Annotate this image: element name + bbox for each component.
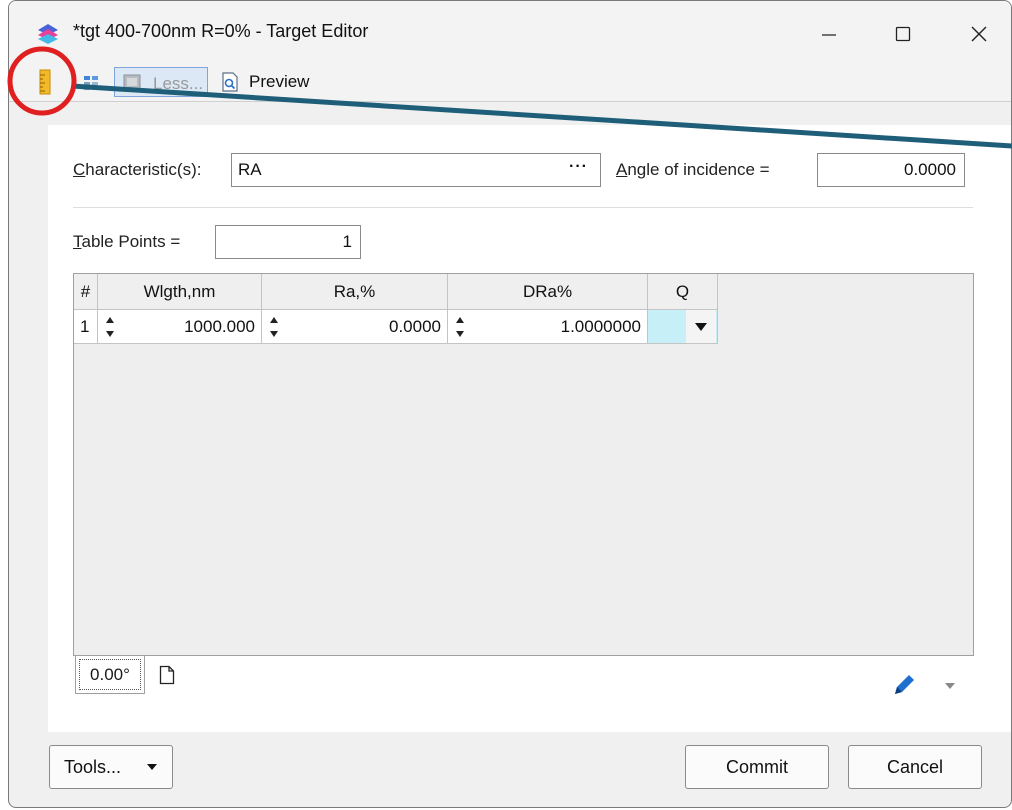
angle-tab[interactable]: 0.00° [75,656,145,694]
close-icon [971,26,987,42]
spin-arrows-icon[interactable] [264,314,284,340]
target-table: # Wlgth,nm Ra,% DRa% Q 1 1000.000 0.0000… [73,273,974,656]
cancel-button[interactable]: Cancel [848,745,982,789]
angle-label: Angle of incidence = [616,160,770,179]
divider [73,207,973,208]
maximize-button[interactable] [883,17,923,51]
ra-value: 0.0000 [389,317,441,336]
q-dropdown-button[interactable] [686,310,716,343]
row-index-cell: 1 [74,310,98,344]
column-header-wavelength[interactable]: Wlgth,nm [98,274,262,310]
dra-cell[interactable]: 1.0000000 [448,310,648,344]
caret-down-icon [695,322,707,331]
column-header-ra[interactable]: Ra,% [262,274,448,310]
column-header-q[interactable]: Q [648,274,718,310]
minimize-icon [822,34,836,36]
tools-button[interactable]: Tools... [49,745,173,789]
column-header-dra[interactable]: DRa% [448,274,648,310]
pencil-icon[interactable] [890,673,916,699]
angle-of-incidence-input[interactable]: 0.0000 [817,153,965,187]
less-button[interactable]: Less... [114,67,208,97]
less-icon [123,74,141,90]
angle-tab-label: 0.00° [79,659,141,690]
commit-button[interactable]: Commit [685,745,829,789]
ra-cell[interactable]: 0.0000 [262,310,448,344]
target-editor-window: *tgt 400-700nm R=0% - Target Editor Less… [8,0,1012,808]
new-page-icon [159,665,175,685]
characteristics-value: RA [238,160,262,179]
characteristics-label: Characteristic(s): [73,160,202,179]
window-title: *tgt 400-700nm R=0% - Target Editor [73,21,369,41]
wavelength-value: 1000.000 [184,317,255,336]
preview-label: Preview [249,72,310,91]
dra-value: 1.0000000 [560,317,641,336]
grid-icon[interactable] [83,75,99,91]
minimize-button[interactable] [809,17,849,51]
editor-panel: Characteristic(s): RA ··· Angle of incid… [48,125,1011,732]
q-cell[interactable] [648,310,718,344]
spin-arrows-icon[interactable] [100,314,120,340]
characteristics-browse-button[interactable]: ··· [569,158,588,176]
title-bar: *tgt 400-700nm R=0% - Target Editor [9,1,1011,63]
row-index: 1 [80,317,90,336]
characteristics-input[interactable]: RA ··· [231,153,601,187]
close-button[interactable] [959,17,999,51]
maximize-icon [895,26,911,42]
preview-icon [222,72,238,92]
caret-down-icon [147,764,157,770]
app-logo-icon [38,24,58,44]
spin-arrows-icon[interactable] [450,314,470,340]
less-label: Less... [153,74,204,93]
table-points-label: Table Points = [73,232,181,251]
preview-button[interactable]: Preview [221,67,309,97]
column-header-index: # [74,274,98,310]
ruler-icon[interactable] [37,69,53,95]
new-tab-button[interactable] [148,656,186,694]
table-points-input[interactable]: 1 [215,225,361,259]
chevron-down-icon[interactable] [943,679,957,693]
wavelength-cell[interactable]: 1000.000 [98,310,262,344]
tools-label: Tools... [64,756,122,777]
toolbar: Less... Preview [9,63,1011,102]
